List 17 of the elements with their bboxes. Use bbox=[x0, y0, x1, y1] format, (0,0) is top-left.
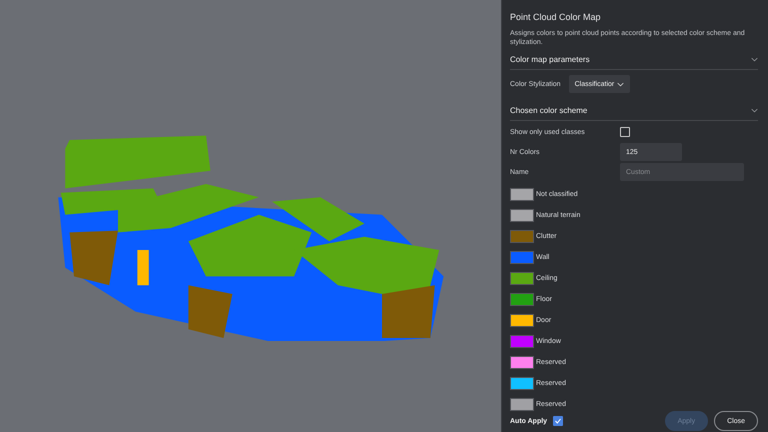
color-swatch[interactable] bbox=[510, 377, 534, 390]
color-swatch[interactable] bbox=[510, 251, 534, 264]
color-swatch[interactable] bbox=[510, 188, 534, 202]
color-swatch[interactable] bbox=[510, 335, 534, 348]
color-swatch[interactable] bbox=[510, 230, 534, 244]
color-swatch[interactable] bbox=[510, 398, 534, 412]
color-swatch[interactable] bbox=[510, 314, 534, 328]
caret-icon bbox=[617, 82, 624, 87]
color-swatch[interactable] bbox=[510, 356, 534, 370]
color-swatch[interactable] bbox=[510, 272, 534, 286]
auto-apply-checkbox[interactable] bbox=[553, 416, 564, 426]
panel-title: Point Cloud Color Map bbox=[510, 11, 602, 22]
section-header[interactable]: Color map parameters bbox=[510, 47, 758, 70]
section-header[interactable]: Chosen color scheme bbox=[510, 98, 758, 122]
color-swatch[interactable] bbox=[510, 209, 534, 222]
color-swatch[interactable] bbox=[510, 293, 534, 306]
checkbox[interactable] bbox=[620, 127, 630, 138]
